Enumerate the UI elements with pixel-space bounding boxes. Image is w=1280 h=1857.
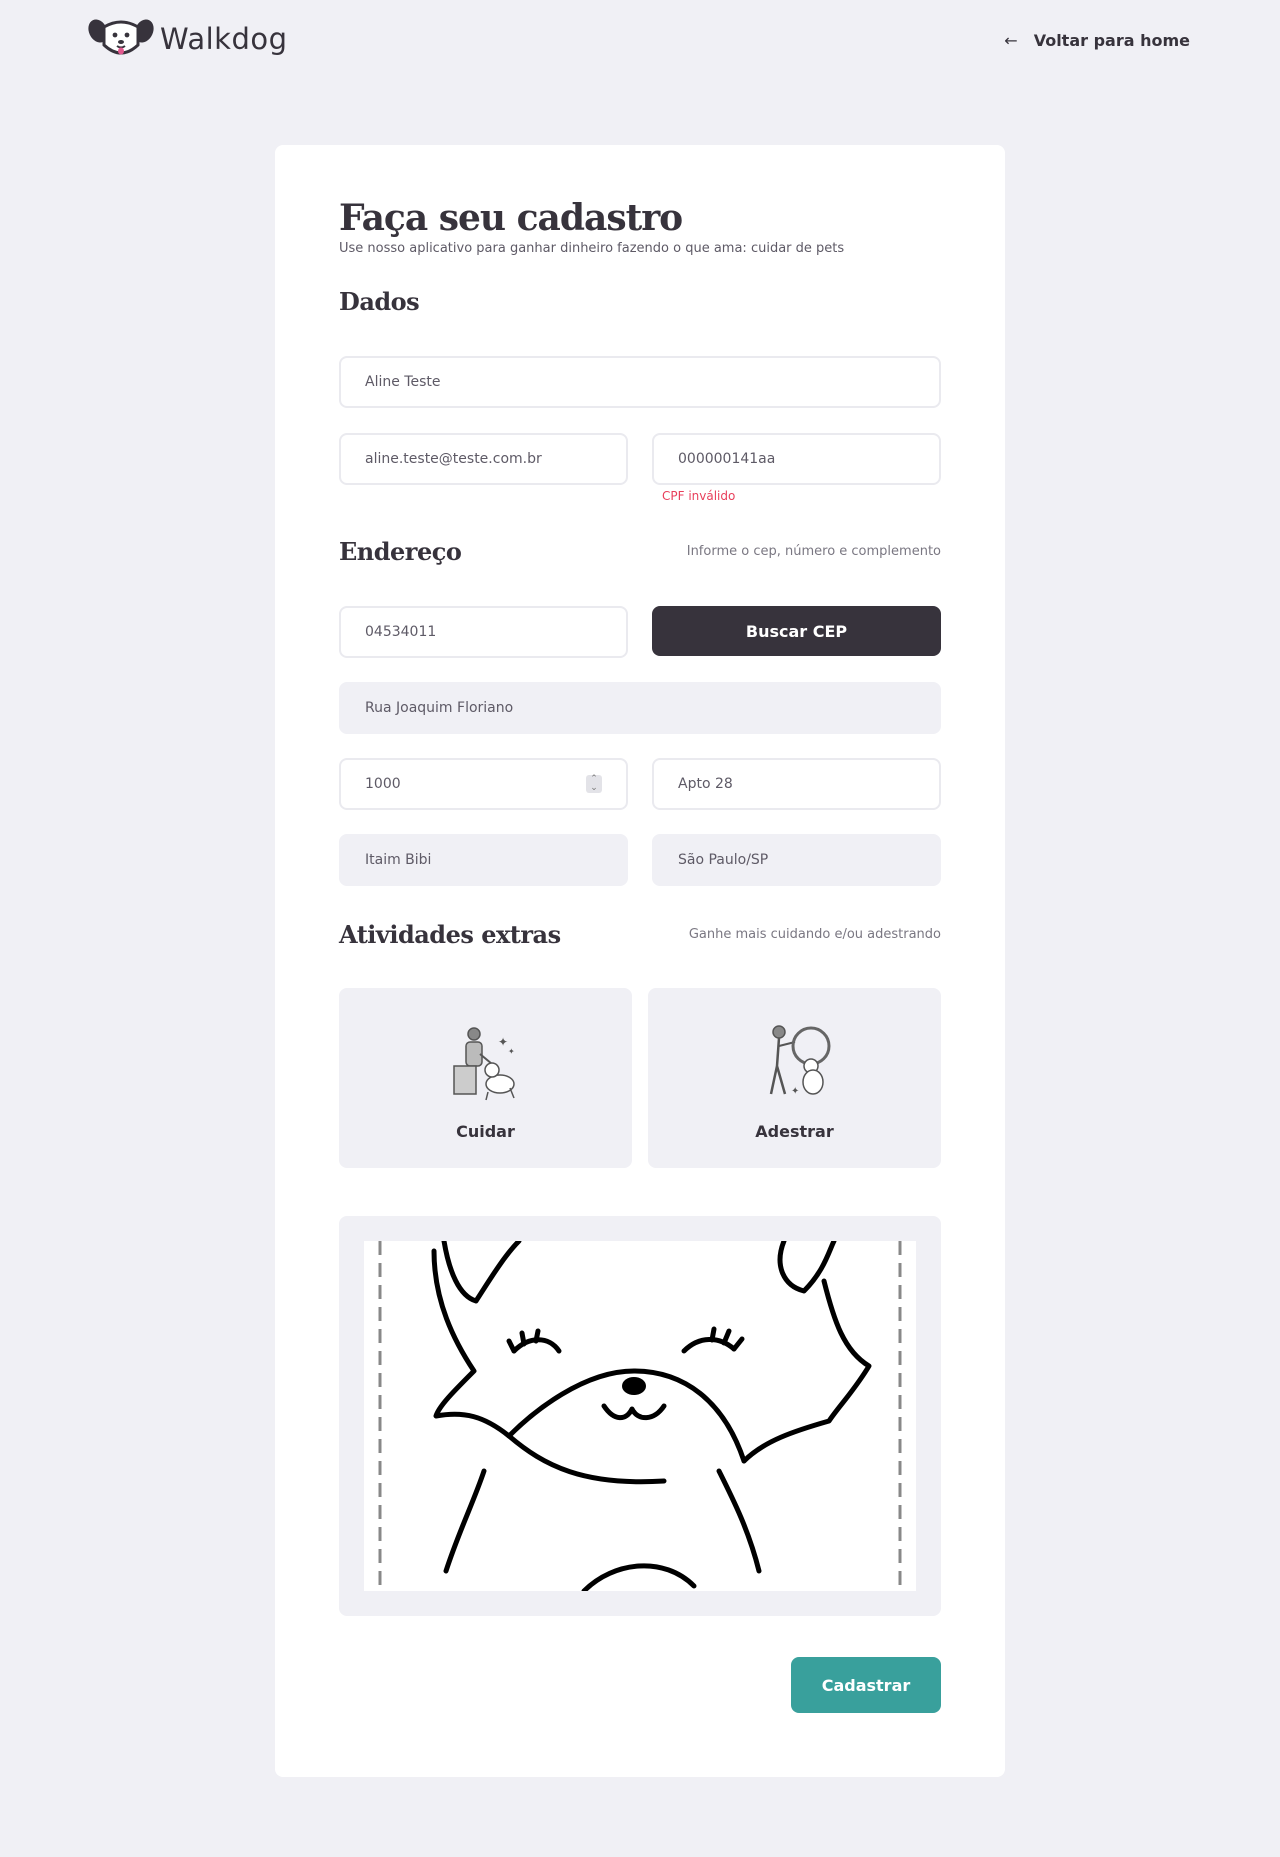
buscar-cep-button[interactable]: Buscar CEP — [652, 606, 941, 656]
cep-value: 04534011 — [365, 624, 437, 640]
brand-logo[interactable]: Walkdog — [88, 17, 288, 61]
back-home-label: Voltar para home — [1033, 30, 1190, 50]
cpf-error: CPF inválido — [662, 489, 736, 503]
back-home-link[interactable]: ← Voltar para home — [1004, 28, 1190, 52]
street-value: Rua Joaquim Floriano — [365, 700, 514, 716]
page-title: Faça seu cadastro — [339, 197, 683, 239]
city-value: São Paulo/SP — [678, 852, 769, 868]
buscar-cep-label: Buscar CEP — [745, 621, 848, 641]
svg-text:✦: ✦ — [498, 1035, 508, 1049]
activity-adestrar-label: Adestrar — [755, 1122, 834, 1141]
number-field[interactable]: 1000 ⌃ ⌄ — [339, 758, 628, 810]
dog-logo-icon — [88, 19, 154, 55]
svg-text:✦: ✦ — [791, 1086, 799, 1097]
street-field: Rua Joaquim Floriano — [339, 682, 941, 734]
arrow-left-icon: ← — [1004, 30, 1018, 50]
cpf-value: 000000141aa — [678, 451, 776, 467]
activity-cuidar-label: Cuidar — [456, 1122, 515, 1141]
brand-name: Walkdog — [160, 22, 288, 56]
name-value: Aline Teste — [365, 374, 441, 390]
name-field[interactable]: Aline Teste — [339, 356, 941, 408]
cartoon-cat-illustration — [378, 1241, 902, 1591]
section-dados-title: Dados — [339, 287, 420, 316]
activity-cuidar[interactable]: ✦ ✦ Cuidar — [339, 988, 632, 1168]
district-field: Itaim Bibi — [339, 834, 628, 886]
section-endereco-title: Endereço — [339, 537, 462, 566]
cadastrar-label: Cadastrar — [821, 1675, 911, 1695]
complement-field[interactable]: Apto 28 — [652, 758, 941, 810]
cep-field[interactable]: 04534011 — [339, 606, 628, 658]
email-value: aline.teste@teste.com.br — [365, 451, 542, 467]
endereco-hint: Informe o cep, número e complemento — [686, 544, 941, 559]
header: Walkdog ← Voltar para home — [0, 0, 1280, 80]
email-field[interactable]: aline.teste@teste.com.br — [339, 433, 628, 485]
page-subtitle: Use nosso aplicativo para ganhar dinheir… — [339, 241, 845, 256]
district-value: Itaim Bibi — [365, 852, 432, 868]
city-field: São Paulo/SP — [652, 834, 941, 886]
photo-upload-area[interactable] — [339, 1216, 941, 1616]
number-stepper[interactable]: ⌃ ⌄ — [586, 775, 602, 793]
cadastrar-button[interactable]: Cadastrar — [791, 1657, 941, 1713]
pet-care-icon: ✦ ✦ — [453, 1027, 515, 1101]
section-atividades-title: Atividades extras — [339, 920, 561, 949]
activity-adestrar[interactable]: ✦ Adestrar — [648, 988, 941, 1168]
complement-value: Apto 28 — [678, 776, 733, 792]
cpf-field[interactable]: 000000141aa — [652, 433, 941, 485]
number-value: 1000 — [365, 776, 401, 792]
dog-training-icon: ✦ — [769, 1025, 831, 1097]
svg-text:✦: ✦ — [508, 1047, 515, 1056]
atividades-hint: Ganhe mais cuidando e/ou adestrando — [688, 927, 941, 942]
uploaded-photo-preview — [364, 1241, 916, 1591]
signup-card: Faça seu cadastro Use nosso aplicativo p… — [275, 145, 1005, 1777]
